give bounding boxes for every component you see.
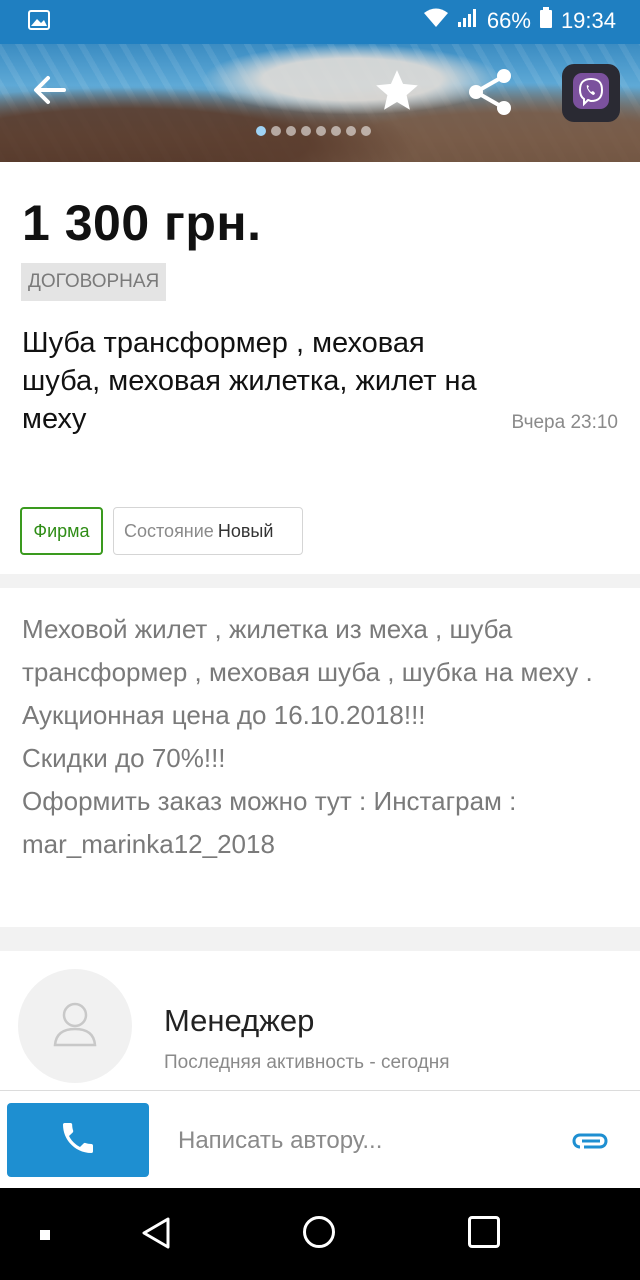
viber-icon <box>572 72 610 115</box>
battery-percent: 66% <box>486 8 531 33</box>
seller-name: Менеджер <box>164 1003 315 1038</box>
contact-bar: Написать автору... <box>0 1090 640 1188</box>
attach-button[interactable] <box>570 1129 610 1158</box>
wifi-icon <box>423 8 449 34</box>
description-line: Скидки до 70%!!! <box>22 743 226 773</box>
signal-icon <box>457 8 479 34</box>
message-input[interactable]: Написать автору... <box>178 1127 382 1155</box>
section-divider <box>0 574 640 588</box>
nav-back-button[interactable] <box>140 1216 172 1255</box>
nav-recents-button[interactable] <box>468 1216 500 1248</box>
gallery-dot[interactable] <box>286 126 296 136</box>
description-line: Оформить заказ можно тут : Инстаграм : m… <box>22 786 517 859</box>
seller-activity: Последняя активность - сегодня <box>164 1052 450 1073</box>
call-button[interactable] <box>7 1103 149 1177</box>
nav-home-button[interactable] <box>303 1216 335 1248</box>
back-button[interactable] <box>30 66 70 119</box>
gallery-dot[interactable] <box>301 126 311 136</box>
user-icon <box>50 999 100 1054</box>
listing-photo <box>0 44 640 162</box>
description-line: Меховой жилет , жилетка из меха , шуба т… <box>22 614 593 687</box>
condition-tag: Состояние Новый <box>113 507 303 555</box>
seller-section[interactable]: Менеджер Последняя активность - сегодня <box>0 951 640 1091</box>
listing-title: Шуба трансформер , меховая шуба, меховая… <box>22 327 477 435</box>
photo-gallery[interactable] <box>0 44 640 162</box>
description-line: Аукционная цена до 16.10.2018!!! <box>22 700 426 730</box>
share-button[interactable] <box>466 66 514 123</box>
gallery-pagination <box>256 126 371 136</box>
menu-dot-button[interactable] <box>40 1230 50 1240</box>
listing-card: 1 300 грн. ДОГОВОРНАЯ Шуба трансформер ,… <box>0 162 640 574</box>
condition-label: Состояние <box>124 521 214 541</box>
share-icon <box>466 69 514 122</box>
avatar[interactable] <box>18 969 132 1083</box>
gallery-dot[interactable] <box>331 126 341 136</box>
phone-icon <box>58 1118 98 1163</box>
system-navigation-bar <box>0 1188 640 1280</box>
viber-button[interactable] <box>562 64 620 122</box>
firm-tag: Фирма <box>20 507 103 555</box>
image-icon <box>28 10 50 35</box>
price: 1 300 грн. <box>22 195 262 251</box>
gallery-dot[interactable] <box>256 126 266 136</box>
gallery-dot[interactable] <box>271 126 281 136</box>
listing-date: Вчера 23:10 <box>511 412 618 433</box>
gallery-dot[interactable] <box>316 126 326 136</box>
paperclip-icon <box>570 1133 610 1157</box>
condition-value: Новый <box>217 521 274 541</box>
section-divider <box>0 927 640 951</box>
star-icon <box>372 70 422 120</box>
listing-description: Меховой жилет , жилетка из меха , шуба т… <box>22 608 622 866</box>
triangle-back-icon <box>140 1217 172 1254</box>
gallery-dot[interactable] <box>346 126 356 136</box>
battery-icon <box>539 7 553 35</box>
negotiable-badge: ДОГОВОРНАЯ <box>21 263 167 301</box>
gallery-dot[interactable] <box>361 126 371 136</box>
favorite-button[interactable] <box>372 66 422 121</box>
clock: 19:34 <box>560 8 616 33</box>
status-bar: 66% 19:34 <box>0 0 640 44</box>
